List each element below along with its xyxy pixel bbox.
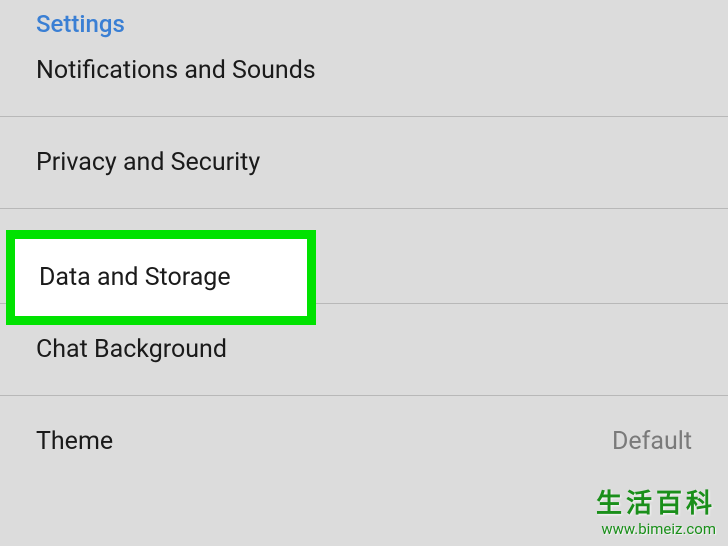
watermark-url-text: www.bimeiz.com [596, 520, 716, 538]
settings-item-label: Theme [36, 427, 113, 456]
settings-item-label: Chat Background [36, 335, 227, 364]
settings-item-privacy[interactable]: Privacy and Security [0, 117, 728, 209]
watermark: 生活百科 www.bimeiz.com [596, 483, 716, 538]
settings-item-label: Notifications and Sounds [36, 56, 316, 85]
settings-item-notifications[interactable]: Notifications and Sounds [0, 56, 728, 117]
settings-item-label: Privacy and Security [36, 148, 260, 177]
settings-section-header: Settings [0, 0, 728, 56]
settings-item-value: Default [612, 427, 692, 456]
watermark-main-text: 生活百科 [596, 483, 716, 520]
settings-item-data-storage-highlight[interactable]: Data and Storage [6, 230, 316, 325]
settings-item-label: Data and Storage [39, 263, 231, 292]
settings-item-theme[interactable]: Theme Default [0, 396, 728, 487]
